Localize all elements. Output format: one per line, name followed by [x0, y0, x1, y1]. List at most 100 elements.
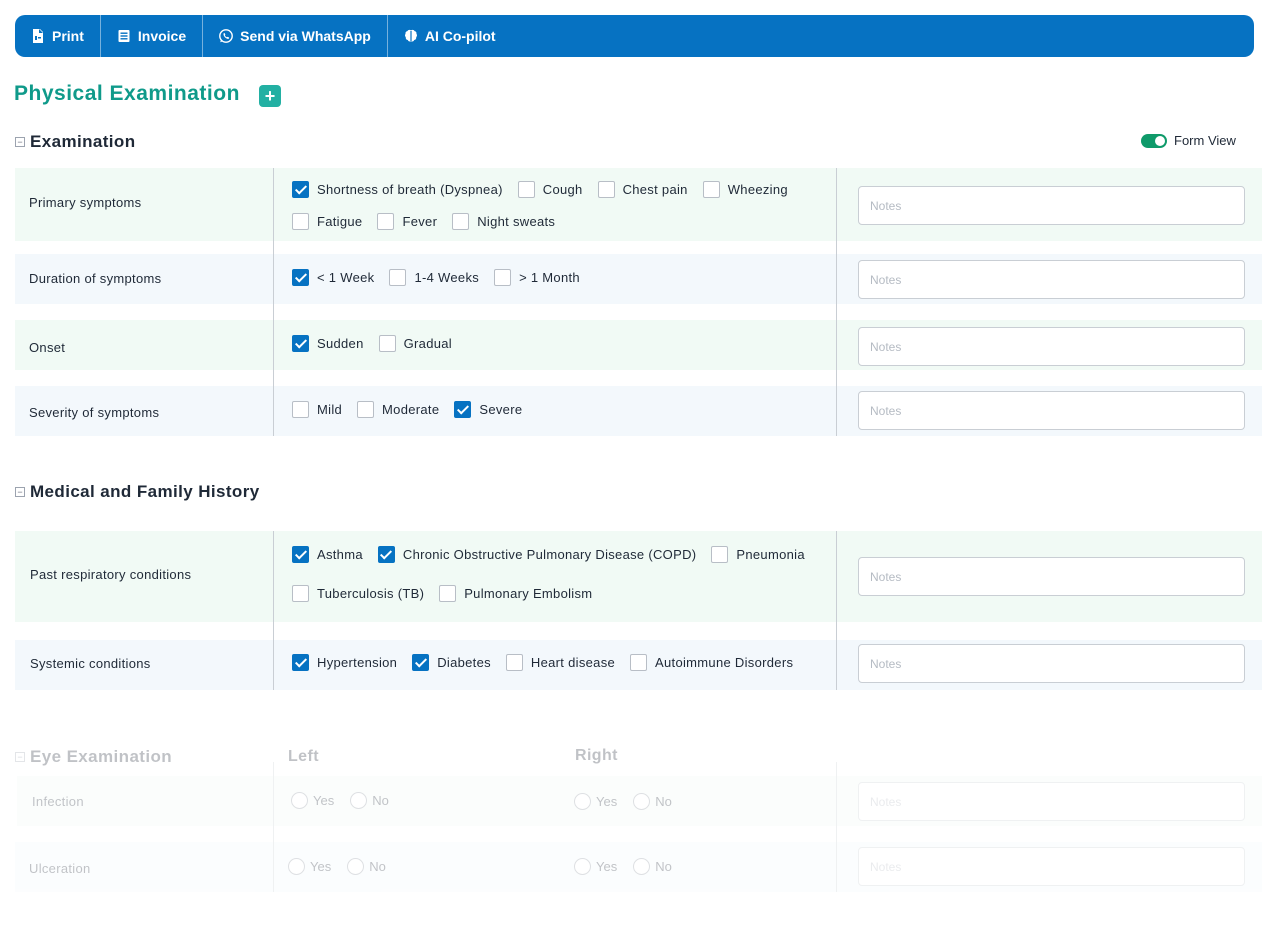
- right-radio-group: Yes No: [574, 793, 688, 810]
- notes-input[interactable]: [858, 391, 1245, 430]
- option-checkbox[interactable]: Shortness of breath (Dyspnea): [292, 181, 503, 198]
- checkbox[interactable]: [292, 546, 309, 563]
- radio-circle[interactable]: [574, 858, 591, 875]
- radio-no[interactable]: No: [350, 792, 389, 809]
- row-label: Past respiratory conditions: [30, 567, 192, 582]
- history-section-header: − Medical and Family History: [15, 482, 260, 502]
- checkbox[interactable]: [292, 269, 309, 286]
- option-checkbox[interactable]: Chest pain: [597, 181, 688, 198]
- checkbox[interactable]: [292, 585, 309, 602]
- radio-yes[interactable]: Yes: [574, 858, 617, 875]
- radio-yes[interactable]: Yes: [291, 792, 334, 809]
- option-checkbox[interactable]: Fatigue: [292, 213, 362, 230]
- option-checkbox[interactable]: Chronic Obstructive Pulmonary Disease (C…: [377, 546, 697, 563]
- option-checkbox[interactable]: Night sweats: [452, 213, 555, 230]
- radio-yes[interactable]: Yes: [288, 858, 331, 875]
- form-view-label: Form View: [1174, 133, 1236, 148]
- checkbox[interactable]: [292, 181, 309, 198]
- option-checkbox[interactable]: Diabetes: [412, 654, 491, 671]
- checkbox[interactable]: [630, 654, 648, 671]
- option-checkbox[interactable]: Wheezing: [702, 181, 788, 198]
- collapse-icon[interactable]: −: [15, 137, 25, 147]
- form-view-toggle[interactable]: [1141, 133, 1167, 148]
- notes-input[interactable]: [858, 782, 1245, 821]
- option-checkbox[interactable]: < 1 Week: [292, 269, 374, 286]
- invoice-list-icon: [117, 29, 131, 43]
- section-title: Eye Examination: [30, 747, 173, 766]
- option-checkbox[interactable]: Fever: [377, 213, 437, 230]
- option-group: Shortness of breath (Dyspnea) Cough Ches…: [292, 181, 832, 230]
- page-title: Physical Examination: [14, 82, 240, 105]
- option-checkbox[interactable]: Severe: [454, 401, 522, 418]
- send-whatsapp-button[interactable]: Send via WhatsApp: [203, 15, 388, 57]
- notes-input[interactable]: [858, 327, 1245, 366]
- checkbox[interactable]: [452, 213, 470, 230]
- checkbox[interactable]: [378, 335, 396, 352]
- checkbox[interactable]: [597, 181, 615, 198]
- radio-no[interactable]: No: [347, 858, 386, 875]
- checkbox[interactable]: [357, 401, 375, 418]
- invoice-button[interactable]: Invoice: [101, 15, 204, 57]
- radio-circle[interactable]: [350, 792, 368, 809]
- collapse-icon[interactable]: −: [15, 487, 25, 497]
- collapse-icon[interactable]: −: [15, 752, 25, 762]
- checkbox[interactable]: [292, 654, 309, 671]
- option-checkbox[interactable]: Tuberculosis (TB): [292, 585, 424, 602]
- radio-circle[interactable]: [633, 858, 651, 875]
- column-divider: [836, 762, 837, 892]
- eye-row: Ulceration Yes No Yes No: [15, 842, 1262, 892]
- option-checkbox[interactable]: Mild: [292, 401, 342, 418]
- option-checkbox[interactable]: Moderate: [357, 401, 439, 418]
- checkbox[interactable]: [377, 546, 395, 563]
- add-section-button[interactable]: +: [259, 85, 281, 107]
- radio-yes[interactable]: Yes: [574, 793, 617, 810]
- option-checkbox[interactable]: 1-4 Weeks: [389, 269, 479, 286]
- radio-no[interactable]: No: [633, 793, 672, 810]
- radio-no[interactable]: No: [633, 858, 672, 875]
- option-checkbox[interactable]: Gradual: [378, 335, 452, 352]
- notes-input[interactable]: [858, 847, 1245, 886]
- checkbox[interactable]: [454, 401, 472, 418]
- notes-input[interactable]: [858, 644, 1245, 683]
- checkbox[interactable]: [494, 269, 512, 286]
- radio-circle[interactable]: [574, 793, 591, 810]
- option-checkbox[interactable]: > 1 Month: [494, 269, 580, 286]
- checkbox[interactable]: [292, 213, 309, 230]
- examination-row: Severity of symptoms Mild Moderate Sever…: [15, 386, 1262, 436]
- option-checkbox[interactable]: Sudden: [292, 335, 364, 352]
- checkbox[interactable]: [377, 213, 395, 230]
- checkbox[interactable]: [412, 654, 430, 671]
- checkbox[interactable]: [505, 654, 523, 671]
- checkbox[interactable]: [517, 181, 535, 198]
- notes-input[interactable]: [858, 260, 1245, 299]
- option-group: Hypertension Diabetes Heart disease Auto…: [292, 654, 837, 671]
- checkbox[interactable]: [711, 546, 729, 563]
- eye-row: Infection Yes No Yes No: [17, 776, 1262, 826]
- row-label: Onset: [29, 340, 66, 355]
- option-checkbox[interactable]: Autoimmune Disorders: [630, 654, 793, 671]
- option-checkbox[interactable]: Hypertension: [292, 654, 397, 671]
- notes-input[interactable]: [858, 557, 1245, 596]
- option-checkbox[interactable]: Cough: [517, 181, 583, 198]
- radio-circle[interactable]: [291, 792, 308, 809]
- invoice-label: Invoice: [137, 28, 187, 44]
- radio-circle[interactable]: [347, 858, 365, 875]
- radio-circle[interactable]: [288, 858, 305, 875]
- ai-copilot-button[interactable]: AI Co-pilot: [388, 15, 512, 57]
- option-checkbox[interactable]: Asthma: [292, 546, 363, 563]
- column-divider: [273, 168, 274, 436]
- checkbox[interactable]: [702, 181, 720, 198]
- right-radio-group: Yes No: [574, 858, 688, 875]
- radio-circle[interactable]: [633, 793, 651, 810]
- checkbox[interactable]: [292, 401, 309, 418]
- history-row: Systemic conditions Hypertension Diabete…: [15, 640, 1262, 690]
- checkbox[interactable]: [292, 335, 309, 352]
- option-checkbox[interactable]: Pulmonary Embolism: [439, 585, 592, 602]
- eye-section-header: − Eye Examination: [15, 747, 172, 767]
- checkbox[interactable]: [439, 585, 457, 602]
- notes-input[interactable]: [858, 186, 1245, 225]
- print-button[interactable]: Print: [15, 15, 101, 57]
- option-checkbox[interactable]: Heart disease: [505, 654, 615, 671]
- checkbox[interactable]: [389, 269, 407, 286]
- option-checkbox[interactable]: Pneumonia: [711, 546, 805, 563]
